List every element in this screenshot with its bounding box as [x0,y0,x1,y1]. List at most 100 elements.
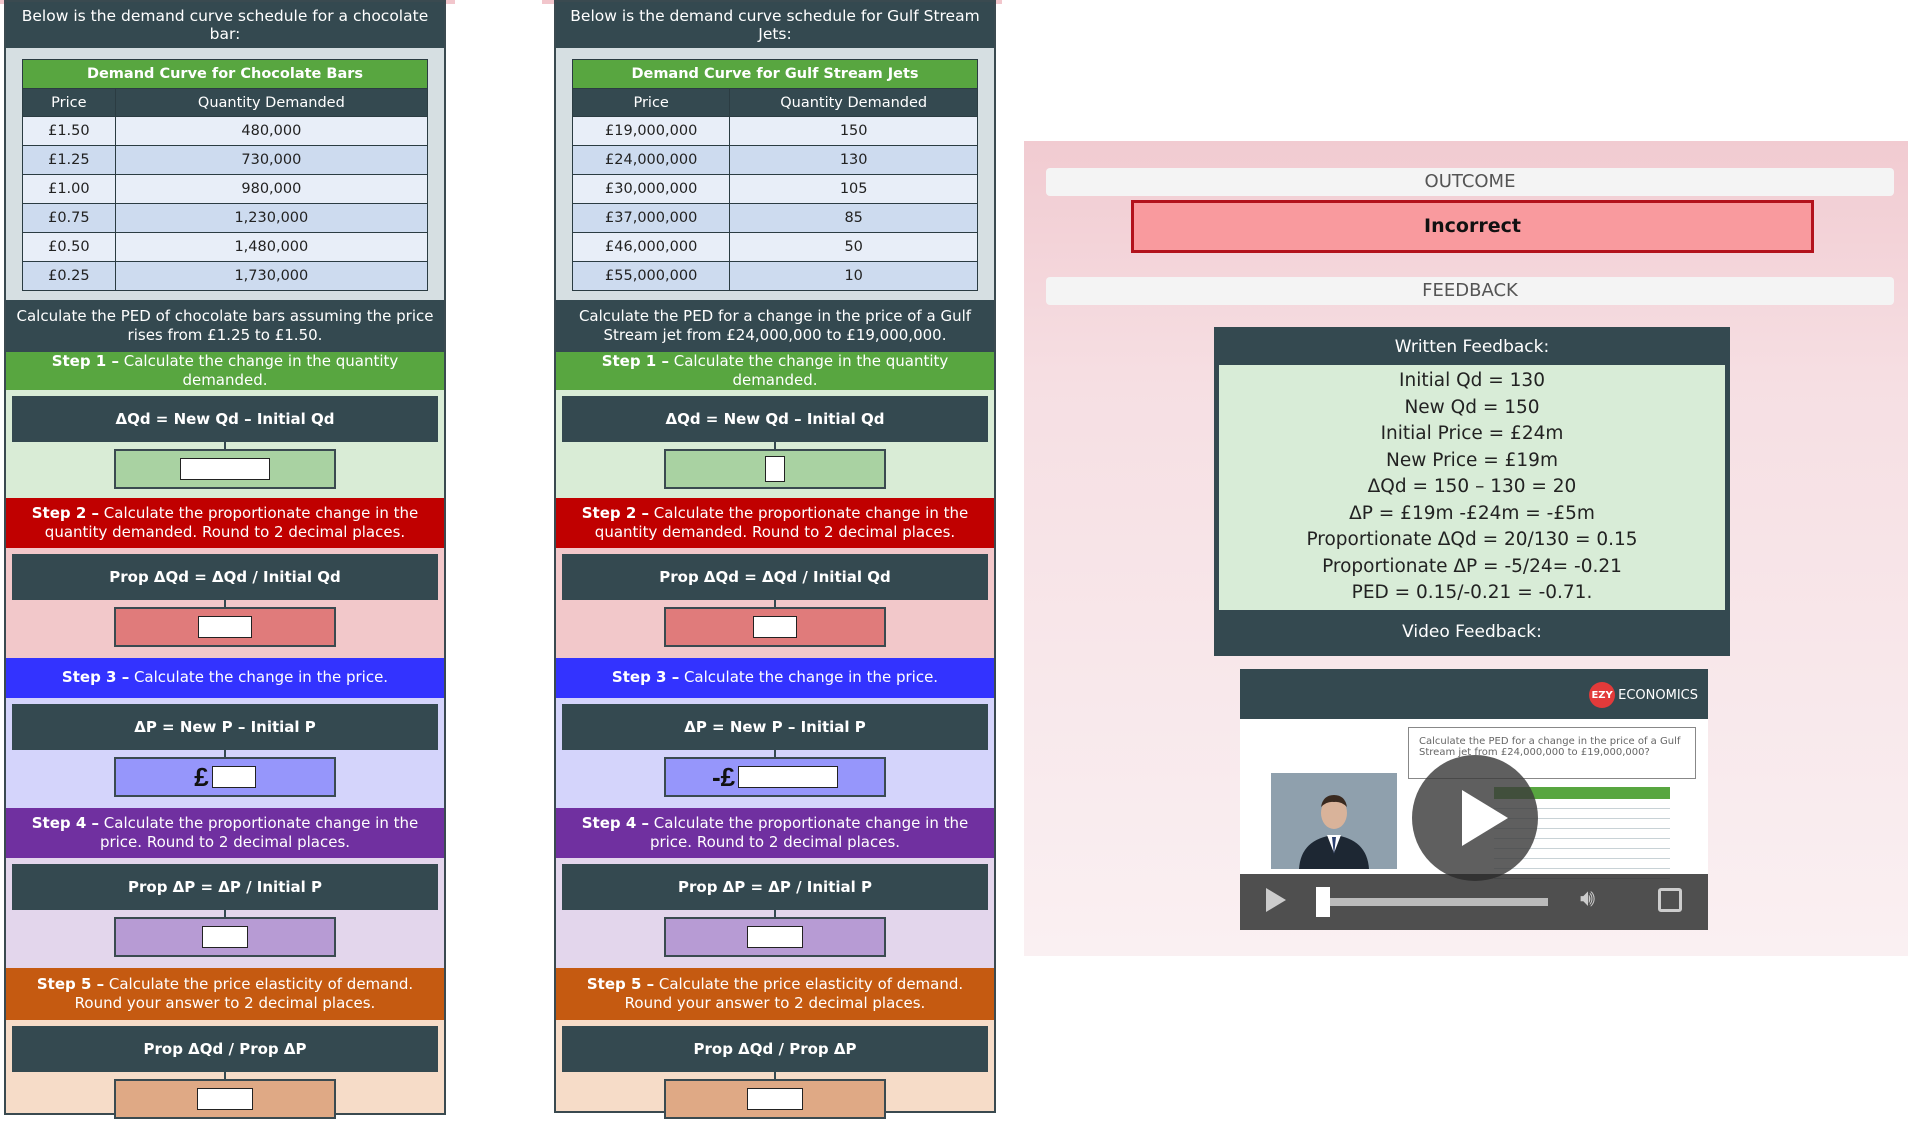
col-header-price: Price [571,88,731,117]
step1-answer-input[interactable] [180,458,270,480]
step3-label: Step 3 – [61,668,130,687]
currency-symbol: £ [194,761,209,792]
video-player[interactable]: EZY ECONOMICS Calculate the PED for a ch… [1240,669,1708,930]
step3-formula: ΔP = New P – Initial P [12,704,438,750]
written-feedback-title: Written Feedback: [1394,337,1550,357]
step2-text: Calculate the proportionate change in th… [44,503,419,542]
table-row: £19,000,000 150 [571,116,978,146]
step2-body: Prop ΔQd = ΔQd / Initial Qd [6,548,444,658]
table-title: Demand Curve for Gulf Stream Jets [572,59,978,89]
table-row: £55,000,000 10 [571,261,978,291]
worksheet-intro: Below is the demand curve schedule for G… [556,2,994,48]
step1-formula: ΔQd = New Qd – Initial Qd [562,396,988,442]
step2-header: Step 2 – Calculate the proportionate cha… [556,498,994,548]
step1-label: Step 1 – [601,351,669,370]
cell-qty: 480,000 [114,116,429,146]
step1-body: ΔQd = New Qd – Initial Qd [6,390,444,498]
step3-answer-input[interactable] [738,766,839,788]
step4-label: Step 4 – [581,813,650,832]
step2-body: Prop ΔQd = ΔQd / Initial Qd [556,548,994,658]
table-row: £24,000,000 130 [571,145,978,175]
step2-formula: Prop ΔQd = ΔQd / Initial Qd [12,554,438,600]
cell-price: £19,000,000 [571,116,731,146]
logo-badge: EZY [1589,682,1616,708]
cell-price: £1.50 [22,116,116,146]
step4-body: Prop ΔP = ΔP / Initial P [6,858,444,968]
feedback-line: ΔQd = 150 – 130 = 20 [1367,476,1577,498]
table-row: £1.25 730,000 [22,145,429,175]
step1-header: Step 1 – Calculate the change in the qua… [6,352,444,390]
step2-answer-box [664,607,886,647]
step1-answer-box [114,449,336,489]
demand-table-wrap: Demand Curve for Gulf Stream Jets Price … [556,48,994,300]
step2-label: Step 2 – [31,503,100,522]
step1-text: Calculate the change in the quantity dem… [668,351,949,390]
play-icon[interactable] [1266,888,1286,912]
step5-answer-box [664,1079,886,1119]
table-row: £1.50 480,000 [22,116,429,146]
cell-price: £0.75 [22,203,116,233]
step5-answer-input[interactable] [747,1088,803,1110]
step1-text: Calculate the change in the quantity dem… [118,351,399,390]
result-panel: OUTCOME Incorrect FEEDBACK Written Feedb… [1024,141,1908,956]
video-controls: 🔊︎ [1240,874,1708,930]
step3-body: ΔP = New P – Initial P -£ [556,698,994,808]
step3-header: Step 3 – Calculate the change in the pri… [6,658,444,698]
step2-header: Step 2 – Calculate the proportionate cha… [6,498,444,548]
cell-qty: 980,000 [114,174,429,204]
progress-bar[interactable] [1320,898,1548,906]
step5-body: Prop ΔQd / Prop ΔP [556,1020,994,1119]
cell-price: £24,000,000 [571,145,731,175]
cell-qty: 150 [729,116,978,146]
question-text: Calculate the PED for a change in the pr… [556,300,994,352]
table-row: £1.00 980,000 [22,174,429,204]
step3-answer-input[interactable] [211,766,256,788]
cell-qty: 1,730,000 [114,261,429,291]
step5-text: Calculate the price elasticity of demand… [74,974,414,1013]
feedback-line: PED = 0.15/-0.21 = -0.71. [1351,582,1593,604]
feedback-line: New Qd = 150 [1404,396,1540,418]
play-overlay-icon[interactable] [1412,755,1538,881]
cell-qty: 1,230,000 [114,203,429,233]
cell-qty: 1,480,000 [114,232,429,262]
fullscreen-icon[interactable] [1658,888,1682,912]
feedback-line: Proportionate ΔQd = 20/130 = 0.15 [1306,529,1638,551]
step3-body: ΔP = New P – Initial P £ [6,698,444,808]
cell-price: £0.50 [22,232,116,262]
step4-text: Calculate the proportionate change in th… [649,813,969,852]
cell-price: £30,000,000 [571,174,731,204]
cell-price: £1.00 [22,174,116,204]
step1-answer-input[interactable] [765,456,785,482]
cell-qty: 10 [729,261,978,291]
feedback-line: New Price = £19m [1386,449,1558,471]
table-row: £0.75 1,230,000 [22,203,429,233]
step5-label: Step 5 – [586,974,655,993]
cell-price: £37,000,000 [571,203,731,233]
step5-text: Calculate the price elasticity of demand… [624,974,964,1013]
table-title: Demand Curve for Chocolate Bars [22,59,428,89]
step5-answer-input[interactable] [197,1088,253,1110]
col-header-quantity: Quantity Demanded [729,88,978,117]
step5-formula: Prop ΔQd / Prop ΔP [562,1026,988,1072]
step1-formula: ΔQd = New Qd – Initial Qd [12,396,438,442]
progress-knob[interactable] [1316,887,1330,917]
step4-answer-input[interactable] [747,926,803,948]
table-row: £46,000,000 50 [571,232,978,262]
cell-price: £55,000,000 [571,261,731,291]
step5-body: Prop ΔQd / Prop ΔP [6,1020,444,1119]
feedback-line: Initial Qd = 130 [1399,370,1545,392]
currency-symbol: -£ [711,761,736,792]
volume-icon[interactable]: 🔊︎ [1580,884,1595,912]
question-text: Calculate the PED of chocolate bars assu… [6,300,444,352]
step2-answer-input[interactable] [198,616,252,638]
demand-table: Demand Curve for Gulf Stream Jets Price … [571,59,978,291]
step1-answer-box [664,449,886,489]
col-header-quantity: Quantity Demanded [114,88,429,117]
step3-text: Calculate the change in the price. [129,668,389,687]
cell-qty: 85 [729,203,978,233]
step4-answer-input[interactable] [202,926,248,948]
worksheet-intro: Below is the demand curve schedule for a… [6,2,444,48]
table-row: £0.25 1,730,000 [22,261,429,291]
cell-qty: 130 [729,145,978,175]
step2-answer-input[interactable] [753,616,797,638]
